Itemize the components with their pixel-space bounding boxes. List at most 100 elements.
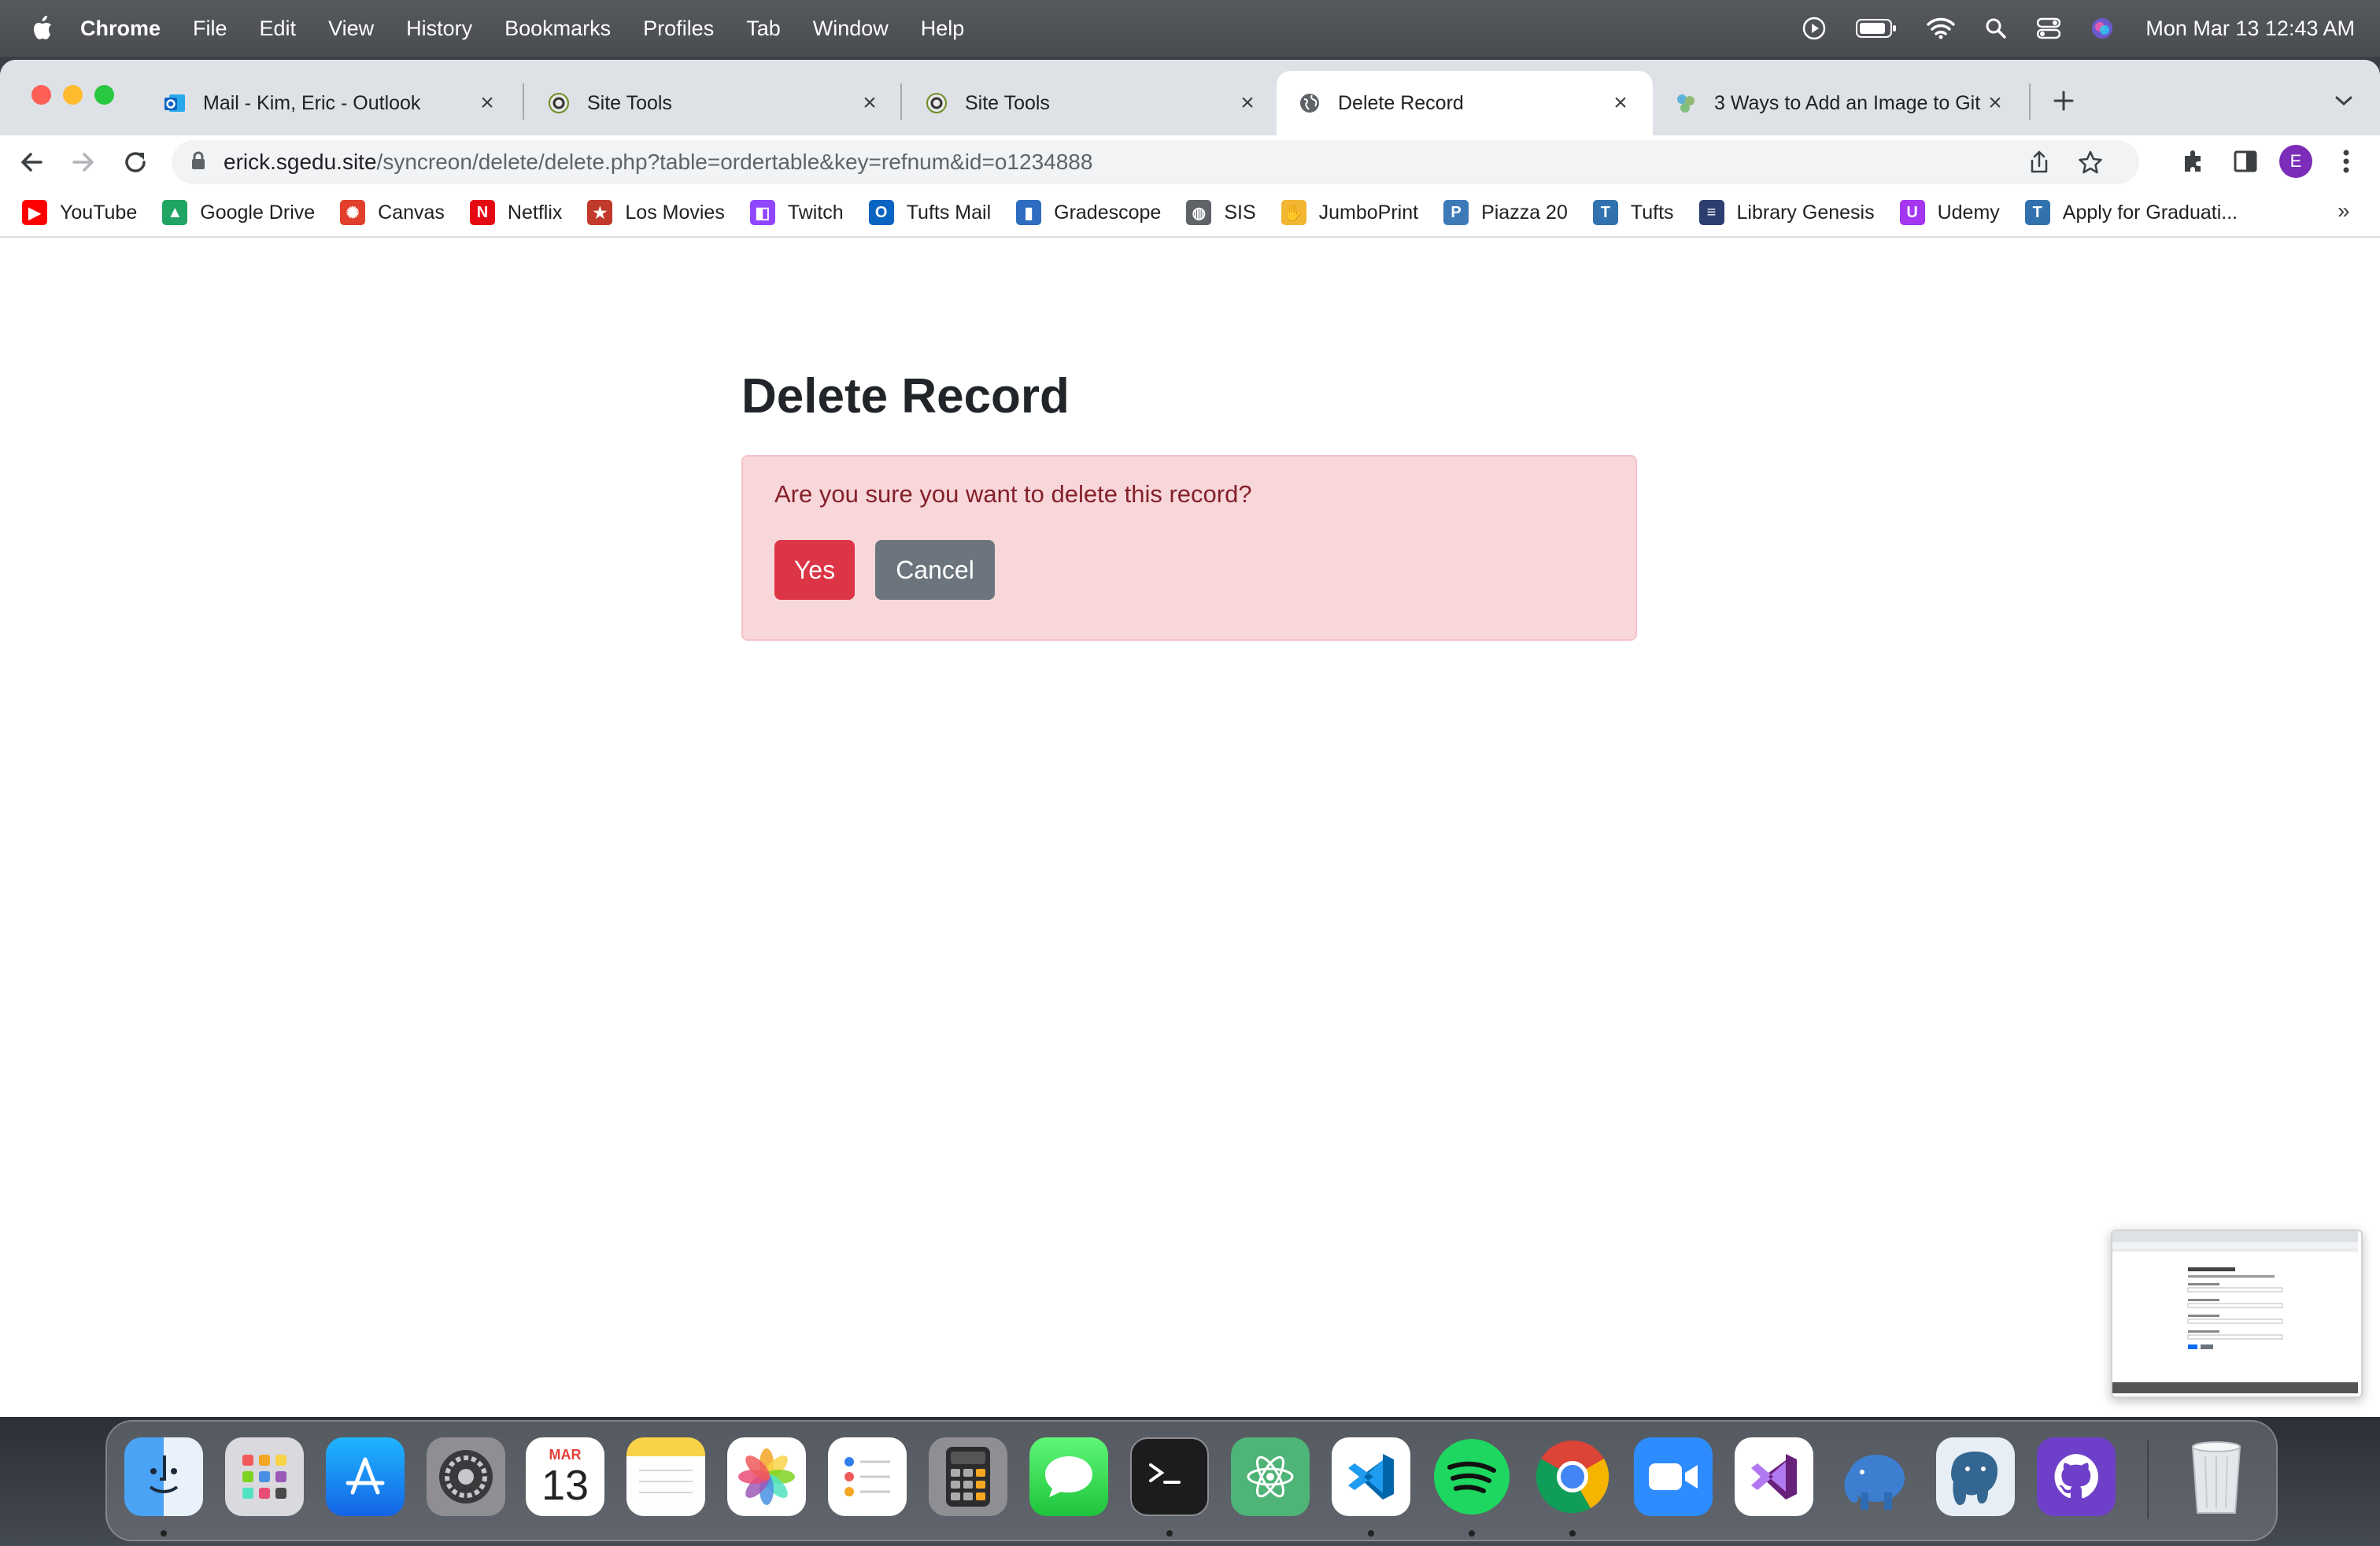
piazza-icon: P	[1443, 200, 1469, 225]
new-tab-icon[interactable]	[2046, 83, 2081, 118]
zoom-icon[interactable]	[1634, 1437, 1713, 1516]
bookmark-tufts-mail[interactable]: O Tufts Mail	[868, 200, 991, 225]
calculator-icon[interactable]	[929, 1437, 1007, 1516]
spotlight-search-icon[interactable]	[1985, 17, 2007, 39]
screenshot-thumbnail[interactable]	[2111, 1230, 2363, 1398]
bookmark-label: Google Drive	[200, 201, 316, 224]
window-minimize-button[interactable]	[63, 85, 83, 105]
google-drive-icon: ▲	[162, 200, 188, 225]
reload-icon[interactable]	[121, 148, 150, 180]
bar-chart-icon: ▮	[1016, 200, 1042, 225]
tab-search-chevron-down-icon[interactable]	[2330, 87, 2358, 115]
apple-icon[interactable]	[30, 15, 54, 42]
control-center-icon[interactable]	[2037, 17, 2061, 39]
bookmark-tufts[interactable]: T Tufts	[1592, 200, 1674, 225]
bookmark-label: Library Genesis	[1736, 201, 1875, 224]
menu-history[interactable]: History	[406, 17, 472, 41]
bookmark-jumboprint[interactable]: ✋ JumboPrint	[1281, 200, 1418, 225]
finder-icon[interactable]	[124, 1437, 203, 1516]
forward-arrow-icon[interactable]	[69, 148, 98, 180]
menu-help[interactable]: Help	[921, 17, 965, 41]
running-indicator	[1368, 1530, 1374, 1537]
url-text[interactable]: erick.sgedu.site/syncreon/delete/delete.…	[224, 150, 1092, 175]
siri-icon[interactable]	[2090, 17, 2114, 40]
address-bar[interactable]: erick.sgedu.site/syncreon/delete/delete.…	[172, 140, 2139, 184]
vscode-icon[interactable]	[1332, 1437, 1410, 1516]
now-playing-icon[interactable]	[1802, 17, 1826, 40]
bookmarks-overflow-chevron-icon[interactable]: »	[2338, 198, 2350, 224]
wifi-icon[interactable]	[1927, 17, 1956, 39]
notes-icon[interactable]	[626, 1437, 705, 1516]
tab-close-icon[interactable]: ×	[1609, 90, 1632, 116]
chrome-window: Mail - Kim, Eric - Outlook × Site Tools …	[0, 60, 2380, 1417]
tab-delete-record[interactable]: Delete Record ×	[1277, 71, 1653, 135]
reminders-icon[interactable]	[828, 1437, 907, 1516]
running-indicator	[1166, 1530, 1173, 1537]
menu-tab[interactable]: Tab	[746, 17, 781, 41]
messages-icon[interactable]	[1029, 1437, 1108, 1516]
menu-bookmarks[interactable]: Bookmarks	[504, 17, 611, 41]
trash-icon[interactable]	[2177, 1437, 2256, 1516]
kebab-menu-icon[interactable]	[2334, 146, 2358, 180]
bookmark-google-drive[interactable]: ▲ Google Drive	[162, 200, 315, 225]
tab-wikihow[interactable]: 3 Ways to Add an Image to Git ×	[1653, 71, 2027, 135]
atom-icon[interactable]	[1231, 1437, 1310, 1516]
cancel-button[interactable]: Cancel	[875, 540, 995, 600]
back-arrow-icon[interactable]	[17, 148, 46, 180]
tab-close-icon[interactable]: ×	[1236, 90, 1259, 116]
spotify-icon[interactable]	[1432, 1437, 1511, 1516]
menu-edit[interactable]: Edit	[260, 17, 297, 41]
tab-site-tools-1[interactable]: Site Tools ×	[526, 71, 902, 135]
elephant-icon[interactable]	[1835, 1437, 1914, 1516]
bookmark-youtube[interactable]: ▶ YouTube	[22, 200, 137, 225]
profile-avatar[interactable]: E	[2279, 145, 2312, 178]
menu-file[interactable]: File	[193, 17, 227, 41]
bookmark-udemy[interactable]: U Udemy	[1899, 200, 2000, 225]
tab-site-tools-2[interactable]: Site Tools ×	[904, 71, 1280, 135]
yes-button[interactable]: Yes	[774, 540, 855, 600]
bookmark-twitch[interactable]: ◧ Twitch	[749, 200, 844, 225]
menu-app-chrome[interactable]: Chrome	[80, 17, 161, 41]
dock-separator	[2147, 1441, 2149, 1519]
bookmark-sis[interactable]: ◍ SIS	[1186, 200, 1256, 225]
globe-icon	[1297, 91, 1322, 116]
bookmark-label: Twitch	[787, 201, 844, 224]
battery-icon[interactable]	[1856, 18, 1897, 39]
calendar-icon[interactable]: MAR 13	[526, 1437, 604, 1516]
github-desktop-icon[interactable]	[2037, 1437, 2116, 1516]
postgresql-icon[interactable]	[1936, 1437, 2015, 1516]
menu-clock[interactable]: Mon Mar 13 12:43 AM	[2145, 17, 2355, 41]
menu-view[interactable]: View	[328, 17, 374, 41]
system-settings-icon[interactable]	[427, 1437, 505, 1516]
extensions-puzzle-icon[interactable]	[2180, 148, 2207, 179]
window-zoom-button[interactable]	[94, 85, 114, 105]
terminal-icon[interactable]	[1130, 1437, 1209, 1516]
photos-icon[interactable]	[727, 1437, 806, 1516]
bookmark-gradescope[interactable]: ▮ Gradescope	[1016, 200, 1161, 225]
menu-profiles[interactable]: Profiles	[643, 17, 714, 41]
bookmark-canvas[interactable]: ✺ Canvas	[340, 200, 445, 225]
window-close-button[interactable]	[31, 85, 51, 105]
tab-outlook-mail[interactable]: Mail - Kim, Eric - Outlook ×	[142, 71, 519, 135]
bookmark-los-movies[interactable]: ★ Los Movies	[587, 200, 725, 225]
tab-title: Mail - Kim, Eric - Outlook	[203, 91, 421, 114]
chrome-icon[interactable]	[1533, 1437, 1612, 1516]
bookmark-piazza-20[interactable]: P Piazza 20	[1443, 200, 1568, 225]
tab-close-icon[interactable]: ×	[1983, 90, 2007, 116]
app-store-icon[interactable]	[326, 1437, 405, 1516]
tab-close-icon[interactable]: ×	[475, 90, 499, 116]
menu-window[interactable]: Window	[813, 17, 889, 41]
visual-studio-icon[interactable]	[1735, 1437, 1813, 1516]
share-icon[interactable]	[2027, 150, 2051, 179]
bookmark-label: Udemy	[1937, 201, 2000, 224]
side-panel-icon[interactable]	[2232, 148, 2259, 179]
running-indicator	[161, 1530, 167, 1537]
bookmark-netflix[interactable]: N Netflix	[469, 200, 562, 225]
bookmark-library-genesis[interactable]: ≡ Library Genesis	[1698, 200, 1875, 225]
tab-close-icon[interactable]: ×	[858, 90, 881, 116]
tab-title: Site Tools	[587, 91, 672, 114]
lock-icon[interactable]	[190, 151, 206, 174]
launchpad-icon[interactable]	[225, 1437, 304, 1516]
bookmark-apply-for-graduati[interactable]: T Apply for Graduati...	[2024, 200, 2238, 225]
bookmark-star-icon[interactable]	[2078, 150, 2103, 179]
